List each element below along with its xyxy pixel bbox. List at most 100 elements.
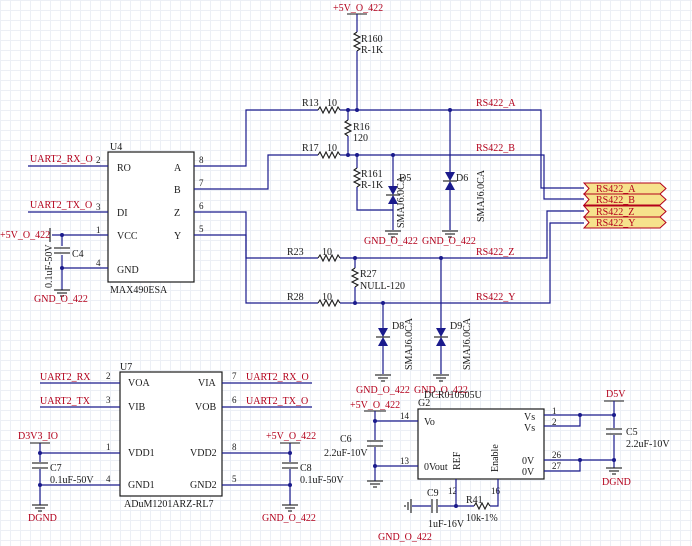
r161-ref: R161 [361,169,383,180]
r13-ref: R13 [302,98,319,109]
u7-pinnum-vib: 3 [106,395,111,405]
net-d3v3-io: D3V3_IO [18,431,58,442]
net-gnd-g2: GND_O_422 [378,532,432,543]
g2-pin-0v2: 0V [522,467,535,478]
r27-ref: R27 [360,269,377,280]
r41-value: 10k-1% [466,513,498,524]
u7-pin-vdd1: VDD1 [128,448,155,459]
c4-ref: C4 [72,249,84,260]
r13-value: 10 [327,98,337,109]
c6-value: 2.2uF-10V [324,448,368,459]
u7-pinnum-gnd1: 4 [106,474,111,484]
u4-pin-z: Z [174,208,180,219]
resistor-r160 [352,31,362,110]
r161-value: R-1K [361,180,384,191]
u4-pinnum-gnd: 4 [96,258,101,268]
g2-pinnum-vo: 14 [400,411,410,421]
net-rs422-a: RS422_A [476,98,516,109]
net-gnd-d6: GND_O_422 [422,236,476,247]
net-5v-u7: +5V_O_422 [266,431,316,442]
g2-pin-0v1: 0V [522,456,535,467]
r41-ref: R41 [466,495,483,506]
r28-ref: R28 [287,292,304,303]
r27-value: NULL-120 [360,281,405,292]
r17-ref: R17 [302,143,319,154]
net-gnd-d5: GND_O_422 [364,236,418,247]
u4-pin-a: A [174,163,182,174]
net-rs422-b: RS422_B [476,143,515,154]
g2-pin-vs1: Vs [524,412,535,423]
g2-pinnum-0vout: 13 [400,456,410,466]
net-5v-g2: +5V_O_422 [350,400,400,411]
schematic-canvas: +5V_O_422 R160 R-1K U4 MAX490ESA RO DI V… [0,3,670,543]
c9-ref: C9 [427,488,439,499]
net-uart2-tx-u7: UART2_TX [40,396,91,407]
net-uart2-tx-o-u7: UART2_TX_O [246,396,308,407]
u4-pinnum-a: 8 [199,155,204,165]
u7-pin-via: VIA [198,378,217,389]
c4-value: 0.1uF-50V [44,244,55,288]
d8-value: SMAJ6.0CA [404,317,415,370]
u7-pin-vob: VOB [195,402,216,413]
net-dgnd-right: DGND [602,477,631,488]
u7-pin-voa: VOA [128,378,150,389]
r16-ref: R16 [353,122,370,133]
r17-value: 10 [327,143,337,154]
g2-pinnum-0v1: 26 [552,450,562,460]
tvs-diode-d8 [375,301,391,382]
r23-value: 10 [322,247,332,258]
u7-ref: U7 [120,362,132,373]
c5-value: 2.2uF-10V [626,439,670,450]
u7-pinnum-via: 7 [232,371,237,381]
net-dgnd-left: DGND [28,513,57,524]
c9-value: 1uF-16V [428,519,465,530]
u7-pinnum-vdd2: 8 [232,442,237,452]
tvs-diode-d9 [433,256,449,382]
g2-pin-0vout: 0Vout [424,462,448,473]
u4-pinnum-y: 5 [199,224,204,234]
net-gnd-u7: GND_O_422 [262,513,316,524]
u4-pin-di: DI [117,208,128,219]
u7-pin-gnd2: GND2 [190,480,217,491]
u4-pinnum-di: 3 [96,202,101,212]
resistor-r27 [350,256,360,305]
port-label-y: RS422_Y [596,218,635,229]
u4-pinnum-ro: 2 [96,155,101,165]
u4-pinnum-z: 6 [199,201,204,211]
net-uart2-rx-o-u4: UART2_RX_O [30,154,93,165]
port-label-a: RS422_A [596,184,636,195]
c8-ref: C8 [300,463,312,474]
g2-pinnum-0v2: 27 [552,461,562,471]
power-bar-5v-top [347,13,367,32]
g2-pin-ref: REF [452,451,463,470]
g2-pin-vs2: Vs [524,423,535,434]
net-rs422-y: RS422_Y [476,292,515,303]
port-label-b: RS422_B [596,195,635,206]
u4-pin-gnd: GND [117,265,139,276]
schematic-sheet: +5V_O_422 R160 R-1K U4 MAX490ESA RO DI V… [0,0,692,546]
c8-value: 0.1uF-50V [300,475,344,486]
r160-value: R-1K [361,45,384,56]
r16-value: 120 [353,133,368,144]
u7-pin-gnd1: GND1 [128,480,155,491]
net-rs422-z: RS422_Z [476,247,514,258]
net-uart2-tx-o-u4: UART2_TX_O [30,200,92,211]
net-gnd-left: GND_O_422 [34,294,88,305]
u4-part: MAX490ESA [110,285,168,296]
u4-pin-b: B [174,185,181,196]
net-gnd-d8: GND_O_422 [356,385,410,396]
g2-pin-enable: Enable [490,444,501,472]
u4-pin-ro: RO [117,163,131,174]
u7-pin-vib: VIB [128,402,146,413]
u4-pin-vcc: VCC [117,231,138,242]
u7-body [119,371,223,497]
u7-pinnum-vdd1: 1 [106,442,111,452]
d8-ref: D8 [392,321,404,332]
u4-ref: U4 [110,142,122,153]
u7-pinnum-gnd2: 5 [232,474,237,484]
net-5v-left: +5V_O_422 [0,230,50,241]
net-label-5v-top: +5V_O_422 [333,3,383,14]
net-d5v: D5V [606,389,626,400]
d9-value: SMAJ6.0CA [462,317,473,370]
d9-ref: D9 [450,321,462,332]
